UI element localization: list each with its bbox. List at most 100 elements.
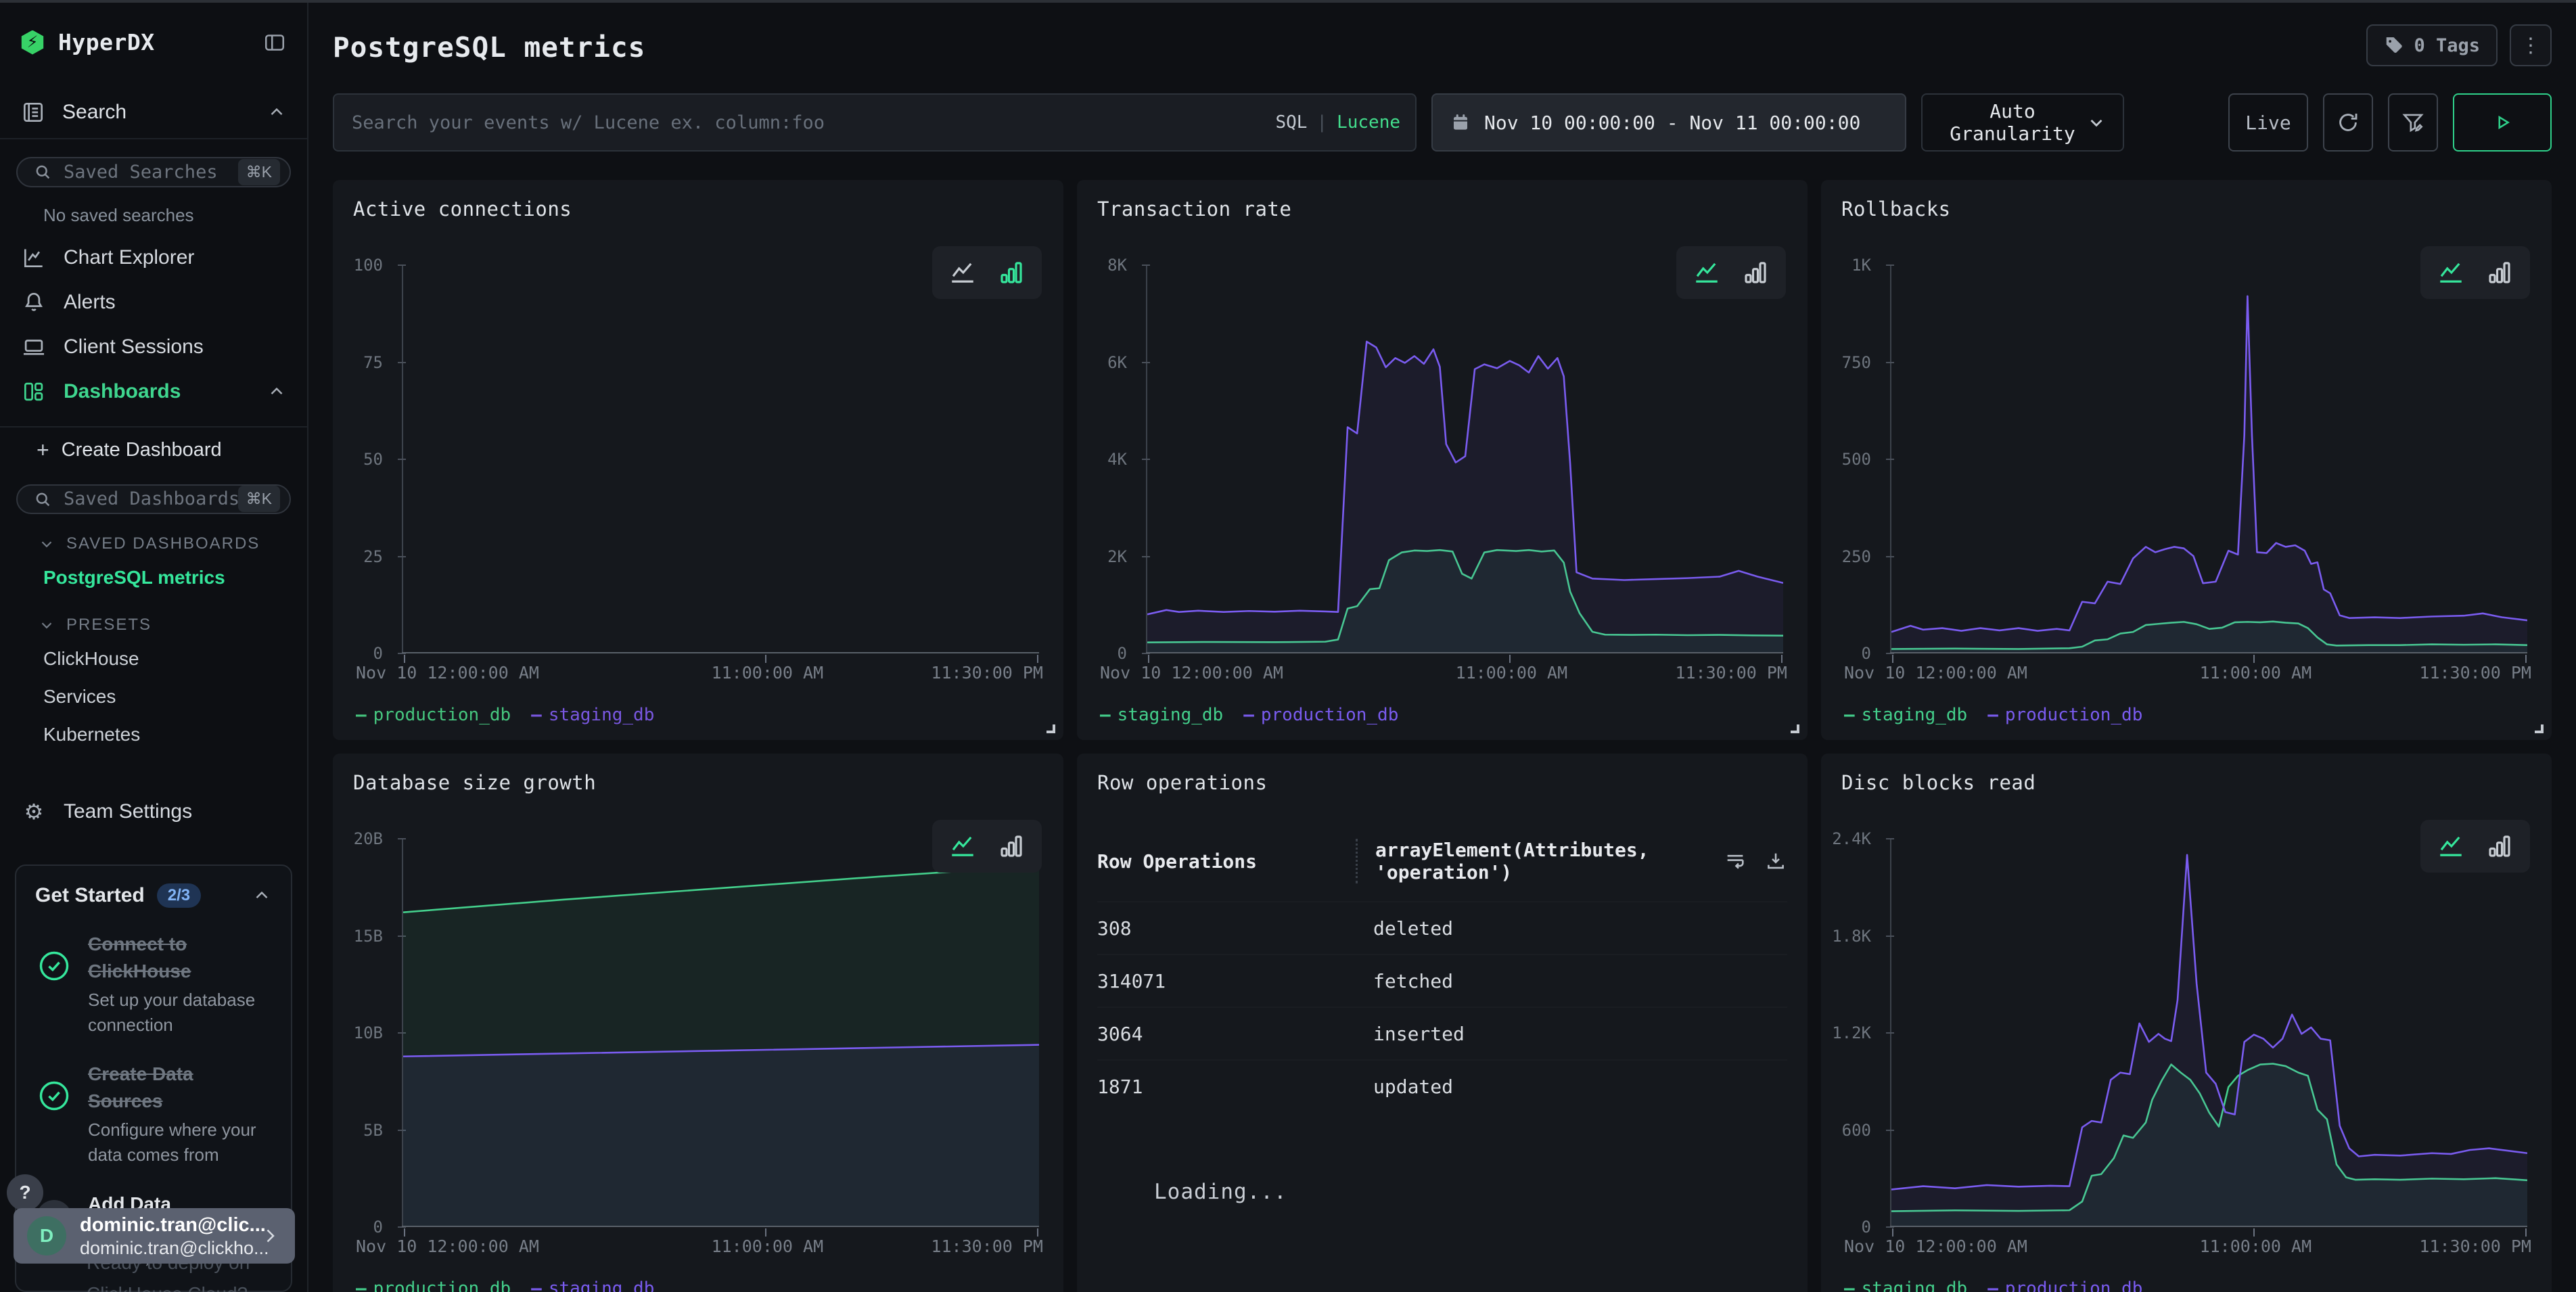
- table-row[interactable]: 308deleted: [1097, 901, 1787, 954]
- sidebar-item-services[interactable]: Services: [0, 676, 307, 714]
- sidebar-item-clickhouse[interactable]: ClickHouse: [0, 639, 307, 676]
- plot-area: [402, 265, 1039, 653]
- help-button[interactable]: ?: [7, 1174, 43, 1211]
- sidebar-item-kubernetes[interactable]: Kubernetes: [0, 714, 307, 752]
- sidebar-item-team-settings[interactable]: ⚙ Team Settings: [0, 797, 307, 827]
- granularity-select[interactable]: Auto Granularity: [1921, 93, 2124, 152]
- chart-title: Rollbacks: [1841, 198, 2531, 221]
- line-chart-icon[interactable]: [2437, 832, 2465, 860]
- toolbar: SQL | Lucene Nov 10 00:00:00 - Nov 11 00…: [333, 93, 2552, 152]
- chart-legend: —production_db—staging_db: [356, 705, 1043, 725]
- presets-header[interactable]: PRESETS: [0, 595, 307, 639]
- sidebar-item-alerts[interactable]: Alerts: [0, 280, 307, 325]
- saved-searches-searchbox[interactable]: ⌘K: [16, 157, 291, 187]
- resize-handle[interactable]: [1046, 724, 1055, 733]
- tags-button[interactable]: 0 Tags: [2366, 24, 2498, 66]
- bar-chart-icon[interactable]: [997, 258, 1026, 287]
- time-range-picker[interactable]: Nov 10 00:00:00 - Nov 11 00:00:00: [1431, 93, 1906, 152]
- chevron-right-icon: [258, 1224, 281, 1247]
- chart-panel-rollbacks: Rollbacks 1K7505002500 Nov 10 12:00:00 A…: [1821, 180, 2552, 740]
- sidebar-section-search[interactable]: Search: [0, 98, 307, 126]
- chart-panel-active-connections: Active connections 1007550250 Nov 10 12:…: [333, 180, 1063, 740]
- create-dashboard-label: Create Dashboard: [62, 439, 222, 461]
- table-panel-row-operations: Row operations Row Operations arrayEleme…: [1077, 754, 1808, 1292]
- column-header[interactable]: Row Operations: [1097, 850, 1373, 873]
- sidebar-item-chart-explorer[interactable]: Chart Explorer: [0, 235, 307, 280]
- chevron-up-icon[interactable]: [267, 102, 287, 122]
- get-started-step-2[interactable]: Create Data Sources Configure where your…: [35, 1061, 272, 1168]
- chart-view-toggle[interactable]: [932, 246, 1042, 299]
- chart-panel-transaction-rate: Transaction rate 8K6K4K2K0 Nov 10 12:00:…: [1077, 180, 1808, 740]
- chart-title: Active connections: [353, 198, 1043, 221]
- create-dashboard-button[interactable]: + Create Dashboard: [0, 434, 307, 467]
- chart-legend: —production_db—staging_db: [356, 1278, 1043, 1292]
- chart-view-toggle[interactable]: [932, 820, 1042, 873]
- line-chart-icon[interactable]: [1693, 258, 1721, 287]
- sidebar-item-postgresql-metrics[interactable]: PostgreSQL metrics: [0, 557, 307, 595]
- user-menu[interactable]: D dominic.tran@clic... dominic.tran@clic…: [14, 1208, 295, 1264]
- chevron-down-icon: [2086, 112, 2107, 133]
- bar-chart-icon[interactable]: [1741, 258, 1770, 287]
- shortcut-badge: ⌘K: [238, 486, 280, 512]
- search-icon: [32, 489, 53, 509]
- expand-rows-icon[interactable]: [1724, 850, 1747, 873]
- resize-handle[interactable]: [2535, 724, 2544, 733]
- dashboards-icon: [20, 379, 47, 405]
- chart-view-toggle[interactable]: [1676, 246, 1786, 299]
- lucene-toggle[interactable]: Lucene: [1337, 112, 1400, 133]
- run-query-button[interactable]: [2453, 93, 2552, 152]
- download-icon[interactable]: [1764, 850, 1787, 873]
- x-axis-labels: Nov 10 12:00:00 AM11:00:00 AM11:30:00 PM: [1890, 663, 2531, 694]
- refresh-button[interactable]: [2323, 93, 2373, 152]
- x-axis-labels: Nov 10 12:00:00 AM11:00:00 AM11:30:00 PM: [402, 663, 1043, 694]
- calendar-icon: [1450, 112, 1471, 133]
- x-axis-labels: Nov 10 12:00:00 AM11:00:00 AM11:30:00 PM: [1890, 1237, 2531, 1268]
- saved-dashboards-input[interactable]: [64, 488, 238, 509]
- event-search-input[interactable]: [333, 93, 1417, 152]
- sidebar-item-dashboards[interactable]: Dashboards: [0, 369, 307, 414]
- toolbar-spacer: [2139, 93, 2213, 152]
- line-chart-icon[interactable]: [948, 832, 977, 860]
- line-chart-icon[interactable]: [2437, 258, 2465, 287]
- table-row[interactable]: 3064inserted: [1097, 1007, 1787, 1059]
- bar-chart-icon[interactable]: [997, 832, 1026, 860]
- sidebar-collapse-icon[interactable]: [262, 30, 287, 55]
- chart-view-toggle[interactable]: [2420, 246, 2530, 299]
- user-email: dominic.tran@clickho...: [80, 1237, 258, 1260]
- row-operations-table: Row Operations arrayElement(Attributes, …: [1097, 832, 1787, 1204]
- step-desc: Set up your database connection: [88, 988, 272, 1038]
- bar-chart-icon[interactable]: [2485, 258, 2514, 287]
- time-range-label: Nov 10 00:00:00 - Nov 11 00:00:00: [1484, 112, 1860, 134]
- chart-panel-database-size-growth: Database size growth 20B15B10B5B0 Nov 10…: [333, 754, 1063, 1292]
- sql-toggle[interactable]: SQL: [1275, 112, 1307, 133]
- filter-button[interactable]: [2388, 93, 2438, 152]
- chevron-up-icon[interactable]: [267, 382, 287, 402]
- kebab-icon: ⋮: [2521, 34, 2541, 57]
- column-header[interactable]: arrayElement(Attributes, 'operation'): [1356, 839, 1724, 883]
- table-row[interactable]: 314071fetched: [1097, 954, 1787, 1007]
- saved-dashboards-header[interactable]: SAVED DASHBOARDS: [0, 514, 307, 557]
- saved-searches-input[interactable]: [64, 162, 238, 183]
- search-section-label: Search: [62, 101, 127, 124]
- gear-icon: ⚙: [20, 799, 47, 825]
- chart-legend: —staging_db—production_db: [1844, 705, 2531, 725]
- live-button[interactable]: Live: [2228, 93, 2308, 152]
- resize-handle[interactable]: [1791, 724, 1799, 733]
- y-axis-labels: 20B15B10B5B0: [353, 839, 392, 1227]
- saved-dashboards-searchbox[interactable]: ⌘K: [16, 484, 291, 515]
- hyperdx-logo-icon: ⚡: [20, 30, 45, 55]
- bar-chart-icon[interactable]: [2485, 832, 2514, 860]
- chevron-down-icon: [38, 616, 55, 634]
- chevron-up-icon[interactable]: [252, 885, 272, 906]
- query-language-toggle[interactable]: SQL | Lucene: [1275, 93, 1400, 152]
- sidebar-item-client-sessions[interactable]: Client Sessions: [0, 325, 307, 369]
- table-row[interactable]: 1871updated: [1097, 1059, 1787, 1112]
- divider: [0, 426, 307, 428]
- chevron-down-icon: [38, 535, 55, 553]
- get-started-step-1[interactable]: Connect to ClickHouse Set up your databa…: [35, 931, 272, 1038]
- line-chart-icon[interactable]: [948, 258, 977, 287]
- chart-legend: —staging_db—production_db: [1100, 705, 1787, 725]
- chart-title: Transaction rate: [1097, 198, 1787, 221]
- chart-view-toggle[interactable]: [2420, 820, 2530, 873]
- dashboard-menu-button[interactable]: ⋮: [2510, 24, 2552, 66]
